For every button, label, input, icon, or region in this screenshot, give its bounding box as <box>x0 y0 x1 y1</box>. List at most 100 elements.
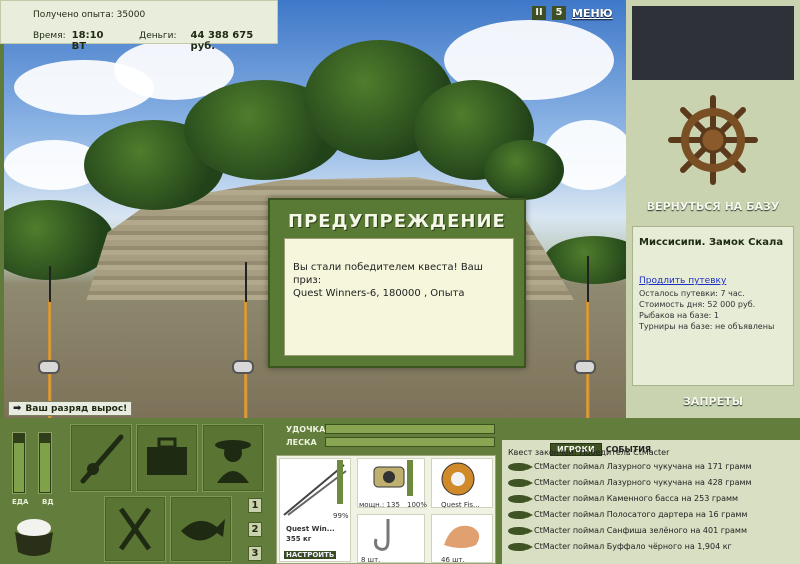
extend-pass-link[interactable]: Продлить путевку <box>639 276 787 286</box>
rod-condition: 99% <box>333 512 349 520</box>
setup-button[interactable]: НАСТРОИТЬ <box>284 551 337 559</box>
vd-meter-fill <box>40 442 50 492</box>
fish-icon <box>508 526 533 535</box>
pause-button[interactable]: II <box>532 6 546 20</box>
island-trees <box>484 140 564 200</box>
quest-finished-text: Квест закончен! Победитель CtMacter <box>508 448 670 457</box>
food-button[interactable] <box>104 496 166 562</box>
money-value: 44 388 675 руб. <box>190 30 254 52</box>
fishing-rod-2[interactable] <box>244 300 248 418</box>
food-meter <box>12 432 26 494</box>
event-text: CtMacter поймал Лазурного чукучана на 42… <box>534 478 752 487</box>
reel-icon <box>574 360 596 374</box>
fisherman-button[interactable] <box>202 424 264 492</box>
reel-icon <box>232 360 254 374</box>
list-item: CtMacter поймал Буффало чёрного на 1,904… <box>508 542 732 551</box>
reel-condition: 100% <box>407 501 428 509</box>
fish-icon <box>508 462 533 471</box>
arrow-right-icon: ➡ <box>13 403 22 414</box>
day-cost-text: Стоимость дня: 52 000 руб. <box>639 300 756 309</box>
dialog-line-1: Вы стали победителем квеста! Ваш приз: <box>293 262 483 286</box>
top-controls: II 5 МЕНЮ <box>532 6 613 20</box>
line-strength-label: ЛЕСКА <box>286 438 317 447</box>
page-1-button[interactable]: 1 <box>248 498 262 513</box>
time-value: 18:10 ВТ <box>71 30 104 52</box>
minimap-area <box>632 6 794 80</box>
event-text: CtMacter поймал Полосатого дартера на 16… <box>534 510 748 519</box>
list-item: CtMacter поймал Полосатого дартера на 16… <box>508 510 747 519</box>
fish-icon <box>508 542 533 551</box>
fishing-rod-3[interactable] <box>586 300 590 418</box>
food-label: ЕДА <box>12 498 29 506</box>
location-panel: Миссисипи. Замок Скала Продлить путевку … <box>632 226 794 386</box>
reel-condition-bar <box>407 460 413 496</box>
event-text: CtMacter поймал Каменного басса на 253 г… <box>534 494 739 503</box>
reel-icon <box>373 466 405 488</box>
bait-icon <box>444 525 480 548</box>
warning-dialog[interactable]: ПРЕДУПРЕЖДЕНИЕ Вы стали победителем квес… <box>268 198 526 368</box>
line-strength-bar <box>325 437 495 447</box>
fish-icon <box>508 510 533 519</box>
fishing-line-spool-icon <box>441 462 475 496</box>
event-text: CtMacter поймал Лазурного чукучана на 17… <box>534 462 752 471</box>
fish-icon <box>508 478 533 487</box>
rod-tip <box>587 256 589 302</box>
line-name: Quest Fis... <box>441 501 480 509</box>
time-label: Время: <box>33 31 66 41</box>
rod-strength-fill <box>326 425 494 433</box>
money-label: Деньги: <box>139 31 177 41</box>
tackle-panel: Quest Win... 355 кг НАСТРОИТЬ 99% мощн.:… <box>276 455 496 564</box>
page-3-button[interactable]: 3 <box>248 546 262 561</box>
bans-button[interactable]: ЗАПРЕТЫ <box>626 395 800 408</box>
return-to-base-button[interactable]: ВЕРНУТЬСЯ НА БАЗУ <box>626 200 800 213</box>
pass-left-text: Осталось путевки: 7 час. <box>639 289 745 298</box>
rod-icon <box>80 434 124 484</box>
list-item: CtMacter поймал Санфиша зелёного на 401 … <box>508 526 747 535</box>
fish-cage-button[interactable] <box>170 496 232 562</box>
list-item: CtMacter поймал Лазурного чукучана на 42… <box>508 478 752 487</box>
fish-icon <box>508 494 533 503</box>
right-panel: ВЕРНУТЬСЯ НА БАЗУ Миссисипи. Замок Скала… <box>626 0 800 418</box>
fishers-count-text: Рыбаков на базе: 1 <box>639 311 719 320</box>
rod-strength-label: УДОЧКА <box>286 425 326 434</box>
cauldron-icon[interactable] <box>10 514 58 560</box>
rods-button[interactable] <box>70 424 132 492</box>
hook-icon <box>374 519 390 551</box>
food-meter-fill <box>14 442 24 492</box>
rod-name: Quest Win... <box>286 525 335 533</box>
ship-wheel-icon[interactable] <box>668 94 758 186</box>
reel-icon <box>38 360 60 374</box>
list-item: CtMacter поймал Лазурного чукучана на 17… <box>508 462 752 471</box>
sound-button[interactable]: 5 <box>552 6 566 20</box>
dialog-title: ПРЕДУПРЕЖДЕНИЕ <box>288 211 506 232</box>
line-strength-fill <box>326 438 494 446</box>
rod-tip <box>245 262 247 302</box>
vd-label: ВД <box>42 498 54 506</box>
player-info-panel: Получено опыта: 35000 Время: 18:10 ВТ Де… <box>0 0 278 52</box>
rod-weight: 355 кг <box>286 535 312 543</box>
page-2-button[interactable]: 2 <box>248 522 262 537</box>
fish-icon <box>181 519 225 541</box>
events-panel: ИГРОКИ СОБЫТИЯ Квест закончен! Победител… <box>502 440 800 564</box>
rank-up-notice: ➡ Ваш разряд вырос! <box>8 401 133 416</box>
exp-gained-text: Получено опыта: 35000 <box>33 10 146 20</box>
tackle-box-button[interactable] <box>136 424 198 492</box>
menu-button[interactable]: МЕНЮ <box>572 7 613 20</box>
rod-condition-bar <box>337 460 343 504</box>
dialog-body: Вы стали победителем квеста! Ваш приз: Q… <box>284 238 514 356</box>
hook-count: 8 шт. <box>361 556 381 564</box>
event-text: CtMacter поймал Санфиша зелёного на 401 … <box>534 526 747 535</box>
dialog-line-2: Quest Winners-6, 180000 , Опыта <box>293 288 465 299</box>
fork-knife-icon <box>118 507 152 551</box>
location-title: Миссисипи. Замок Скала <box>639 237 784 248</box>
reel-power: мощн.: 135 <box>359 501 400 509</box>
rank-up-text: Ваш разряд вырос! <box>25 403 128 414</box>
rod-strength-bar <box>325 424 495 434</box>
bait-count: 46 шт. <box>441 556 465 564</box>
event-text: CtMacter поймал Буффало чёрного на 1,904… <box>534 542 732 551</box>
tackle-box-icon <box>147 437 187 475</box>
rod-tip <box>49 266 51 302</box>
vd-meter <box>38 432 52 494</box>
list-item: CtMacter поймал Каменного басса на 253 г… <box>508 494 738 503</box>
fisherman-icon <box>215 440 251 483</box>
